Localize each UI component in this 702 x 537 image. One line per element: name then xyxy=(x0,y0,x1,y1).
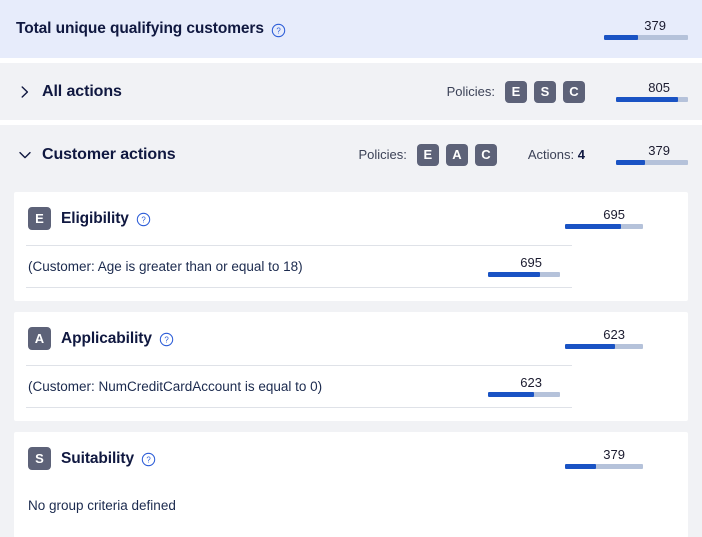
applicability-progress: 623 xyxy=(565,328,643,349)
criteria-row: (Customer: Age is greater than or equal … xyxy=(26,246,572,287)
accordion-row-all-actions[interactable]: All actions Policies: E S C 805 xyxy=(0,63,702,120)
header-progress: 379 xyxy=(604,17,688,40)
card-title-suitability: Suitability xyxy=(61,449,134,467)
policy-cards-container: E Eligibility ? 695 (Customer: Age is gr… xyxy=(0,184,702,537)
svg-text:?: ? xyxy=(276,26,281,35)
eligibility-progress-track xyxy=(565,224,643,229)
actions-count-label: Actions: xyxy=(527,147,575,162)
empty-criteria-message: No group criteria defined xyxy=(28,497,176,513)
applicability-progress-track xyxy=(565,344,643,349)
chevron-down-icon[interactable] xyxy=(16,146,34,164)
all-actions-progress-track xyxy=(616,97,688,102)
criteria-row: (Customer: NumCreditCardAccount is equal… xyxy=(26,366,572,407)
suitability-progress: 379 xyxy=(565,448,643,469)
customer-actions-progress-fill xyxy=(616,160,645,165)
policy-badge-a[interactable]: A xyxy=(445,143,468,166)
criteria-block-applicability: (Customer: NumCreditCardAccount is equal… xyxy=(26,365,572,408)
card-bottom-pad-2 xyxy=(26,408,676,421)
criteria-text: (Customer: NumCreditCardAccount is equal… xyxy=(28,379,323,394)
page-title: Total unique qualifying customers xyxy=(16,20,264,37)
policy-badge-s[interactable]: S xyxy=(534,80,556,103)
card-badge-e: E xyxy=(28,207,51,230)
criteria-block-eligibility: (Customer: Age is greater than or equal … xyxy=(26,245,572,288)
help-circle-icon[interactable]: ? xyxy=(271,23,286,38)
chevron-right-icon[interactable] xyxy=(16,83,34,101)
card-header-applicability: A Applicability ? 623 xyxy=(26,312,676,365)
accordion-row-customer-actions[interactable]: Customer actions Policies: E A C Actions… xyxy=(0,125,702,184)
all-actions-progress: 805 xyxy=(616,81,688,102)
card-badge-s: S xyxy=(28,447,51,470)
svg-text:?: ? xyxy=(146,456,151,465)
help-circle-icon-eligibility[interactable]: ? xyxy=(136,212,151,227)
policies-group-all-actions: Policies: E S C xyxy=(446,80,585,103)
criteria-progress: 695 xyxy=(488,256,560,277)
cards-top-spacer xyxy=(14,184,688,192)
criteria-progress-track xyxy=(488,272,560,277)
customer-actions-progress-value: 379 xyxy=(648,143,670,158)
policy-badge-c-2[interactable]: C xyxy=(474,143,497,166)
customer-actions-progress-track xyxy=(616,160,688,165)
criteria-progress-value: 623 xyxy=(520,375,542,390)
policy-badge-e[interactable]: E xyxy=(505,80,527,103)
card-header-eligibility: E Eligibility ? 695 xyxy=(26,192,676,245)
suitability-progress-value: 379 xyxy=(603,447,625,462)
row-title-customer-actions: Customer actions xyxy=(42,145,176,163)
svg-text:?: ? xyxy=(164,336,169,345)
eligibility-progress-fill xyxy=(565,224,622,229)
card-header-suitability: S Suitability ? 379 xyxy=(26,432,676,485)
all-actions-progress-value: 805 xyxy=(648,80,670,95)
all-actions-progress-fill xyxy=(616,97,678,102)
header-progress-track xyxy=(604,34,688,40)
policies-label-2: Policies: xyxy=(358,147,407,162)
panel-header: Total unique qualifying customers ? 379 xyxy=(0,0,702,58)
card-badge-a: A xyxy=(28,327,51,350)
criteria-progress-fill xyxy=(488,392,535,397)
criteria-progress-2: 623 xyxy=(488,376,560,397)
header-progress-value: 379 xyxy=(644,17,666,33)
policy-badge-e-2[interactable]: E xyxy=(416,143,439,166)
criteria-progress-fill xyxy=(488,272,540,277)
help-circle-icon-applicability[interactable]: ? xyxy=(159,332,174,347)
applicability-progress-fill xyxy=(565,344,615,349)
card-title-eligibility: Eligibility xyxy=(61,209,129,227)
eligibility-progress-value: 695 xyxy=(603,207,625,222)
card-bottom-pad-3 xyxy=(26,525,676,537)
criteria-text: (Customer: Age is greater than or equal … xyxy=(28,259,303,274)
eligibility-progress: 695 xyxy=(565,208,643,229)
qualifying-customers-panel: Total unique qualifying customers ? 379 … xyxy=(0,0,702,537)
policies-group-customer-actions: Policies: E A C xyxy=(358,143,497,166)
policy-card-suitability: S Suitability ? 379 No group criteria de… xyxy=(14,432,688,537)
criteria-progress-track xyxy=(488,392,560,397)
svg-text:?: ? xyxy=(141,216,146,225)
policies-label: Policies: xyxy=(446,84,495,99)
criteria-progress-value: 695 xyxy=(520,255,542,270)
applicability-progress-value: 623 xyxy=(603,327,625,342)
row-title-all-actions: All actions xyxy=(42,82,122,100)
suitability-progress-track xyxy=(565,464,643,469)
actions-count: Actions: 4 xyxy=(528,147,585,162)
card-bottom-pad xyxy=(26,288,676,301)
header-progress-fill xyxy=(604,34,638,40)
customer-actions-progress: 379 xyxy=(616,144,688,165)
policy-badge-c[interactable]: C xyxy=(563,80,585,103)
help-circle-icon-suitability[interactable]: ? xyxy=(141,452,156,467)
suitability-progress-fill xyxy=(565,464,597,469)
card-title-applicability: Applicability xyxy=(61,329,152,347)
policy-card-eligibility: E Eligibility ? 695 (Customer: Age is gr… xyxy=(14,192,688,301)
policy-card-applicability: A Applicability ? 623 (Customer: NumCred… xyxy=(14,312,688,421)
actions-count-value: 4 xyxy=(577,147,585,162)
